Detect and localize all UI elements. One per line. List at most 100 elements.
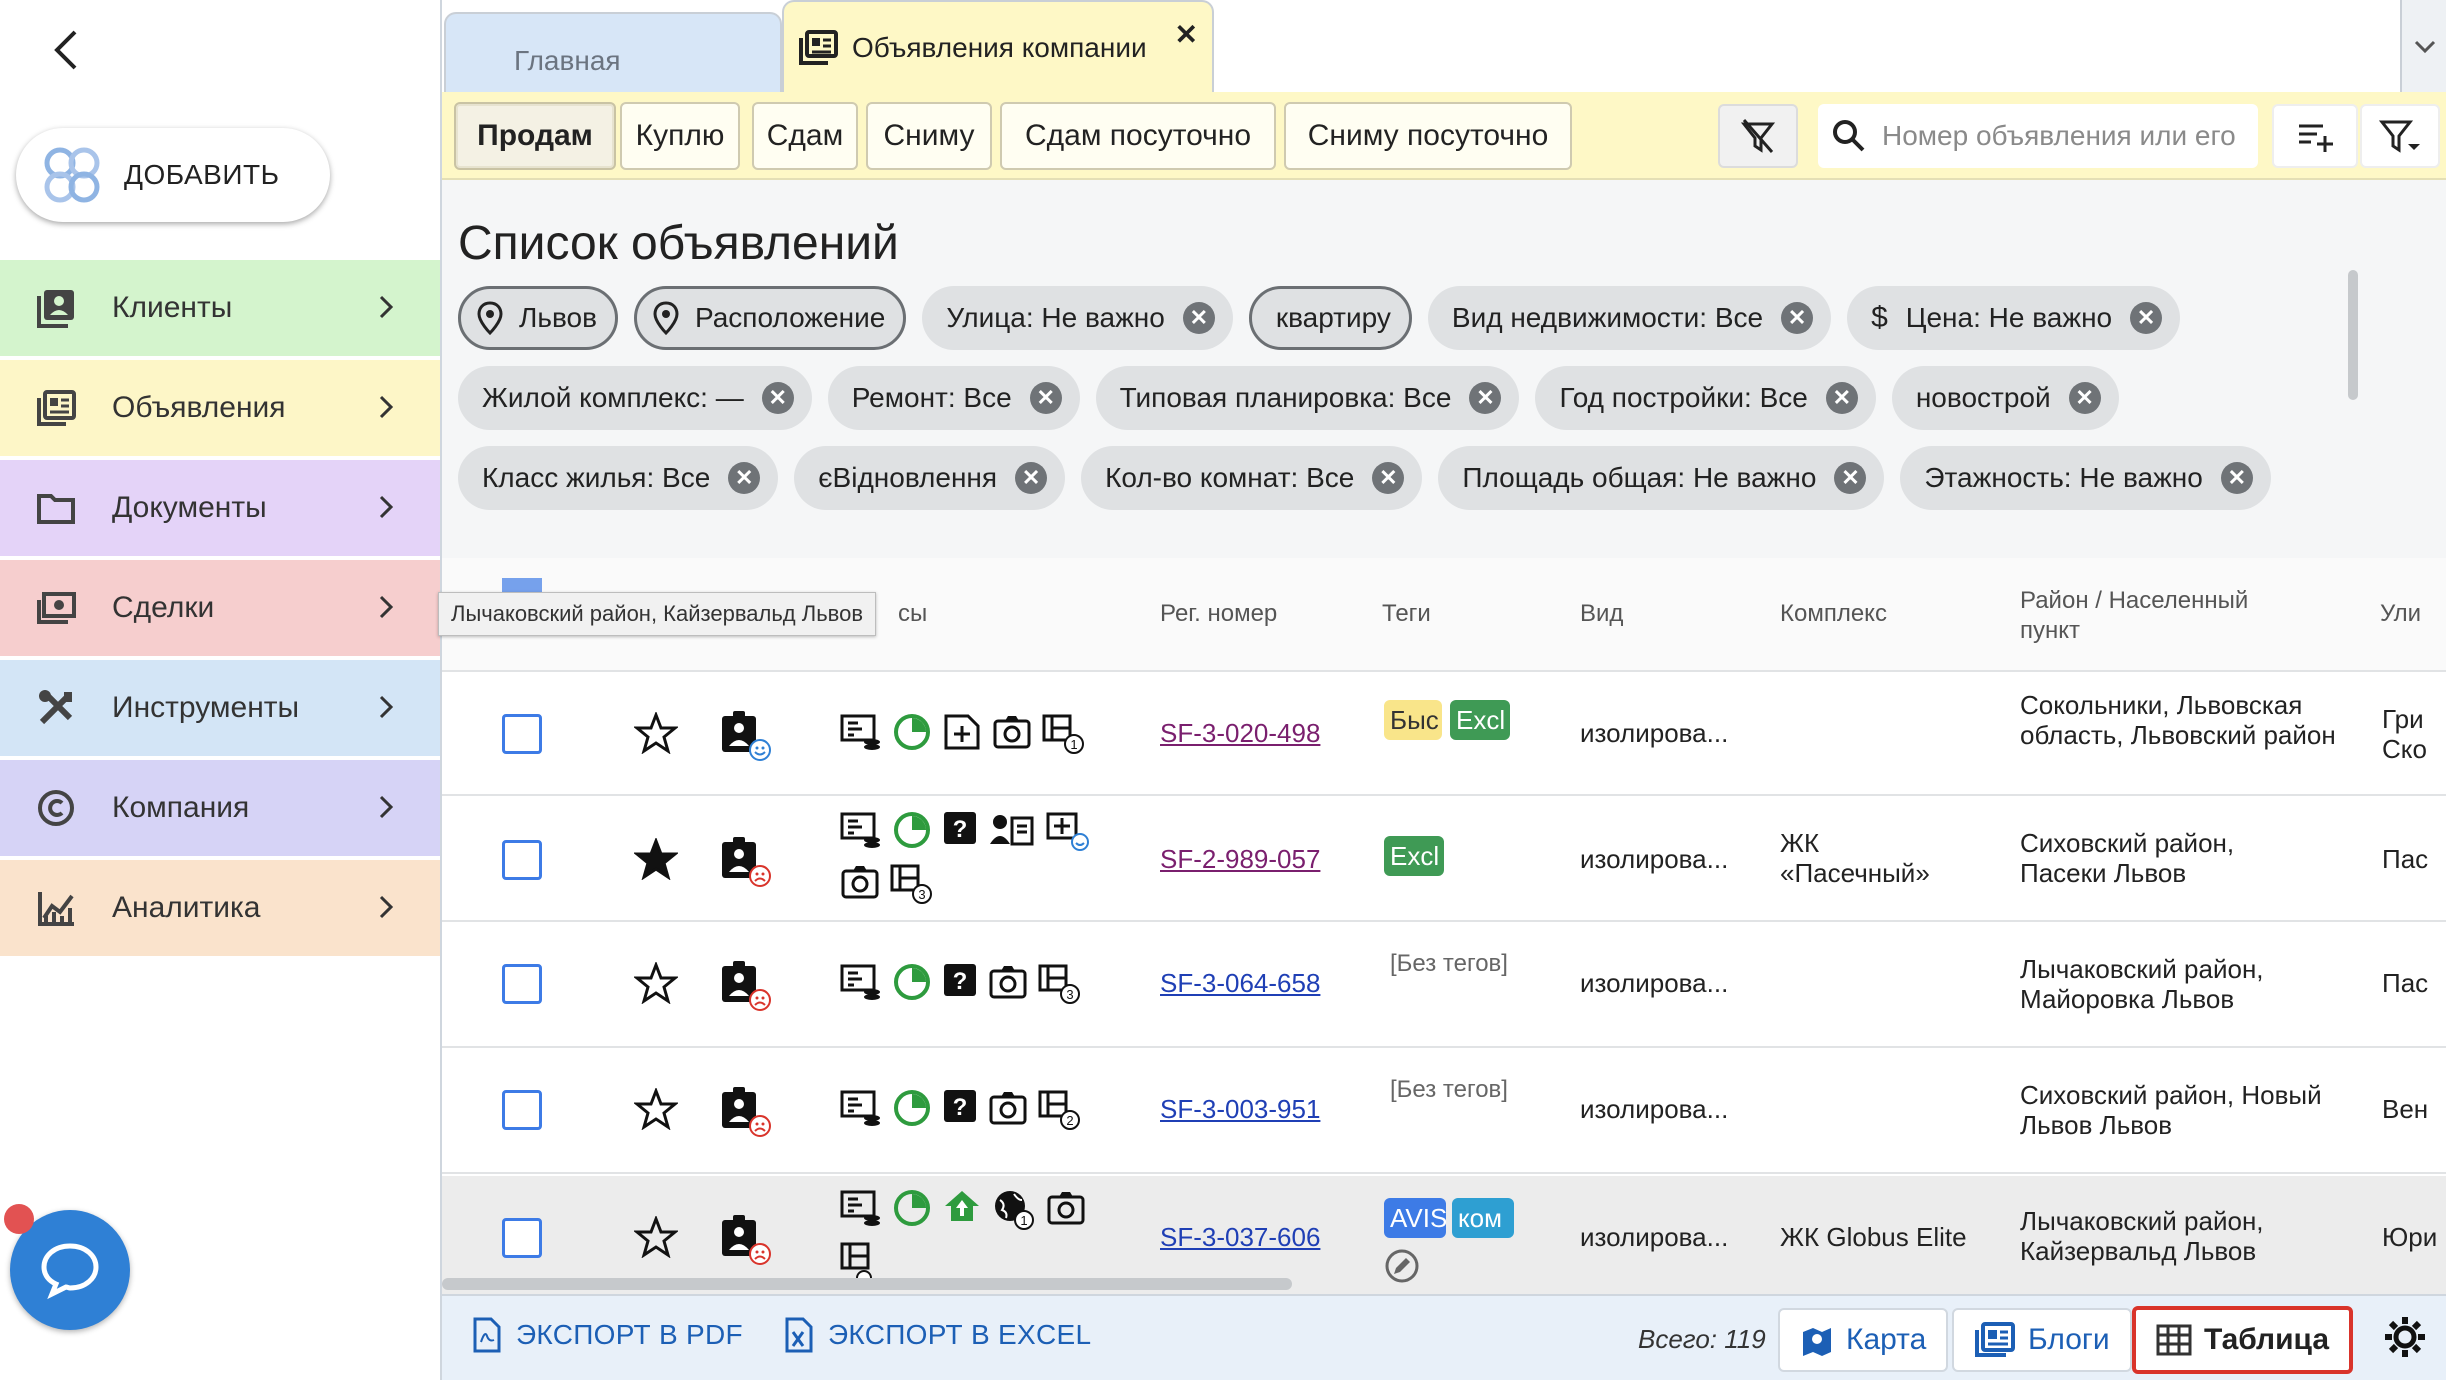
star-outline-icon[interactable]: [634, 712, 678, 754]
tag-badge[interactable]: ком: [1452, 1198, 1514, 1238]
star-outline-icon[interactable]: [634, 1216, 678, 1258]
remove-filter-icon[interactable]: ✕: [761, 382, 794, 414]
filter-chip-complex[interactable]: Жилой комплекс: — ✕: [458, 366, 812, 430]
tag-badge[interactable]: Excl: [1450, 700, 1510, 740]
reg-number-link[interactable]: SF-3-037-606: [1160, 1222, 1320, 1253]
export-excel-button[interactable]: ЭКСПОРТ В EXCEL: [784, 1316, 1091, 1354]
column-header-district[interactable]: Район / Населенный пункт: [2020, 586, 2270, 646]
tabs-overflow-button[interactable]: [2400, 0, 2446, 94]
plans-count-icon[interactable]: 1: [1042, 712, 1086, 756]
column-header-tags[interactable]: Теги: [1382, 600, 1431, 628]
remove-filter-icon[interactable]: ✕: [1834, 462, 1867, 494]
tab-home[interactable]: Главная: [444, 12, 782, 94]
sidebar-item-documents[interactable]: Документы: [0, 460, 440, 556]
sidebar-item-clients[interactable]: Клиенты: [0, 260, 440, 356]
filter-chip-apartment[interactable]: квартиру: [1248, 286, 1412, 350]
chip-sell[interactable]: Продам: [454, 102, 616, 170]
row-checkbox[interactable]: [502, 1090, 542, 1130]
map-view-button[interactable]: Карта: [1778, 1308, 1949, 1372]
remove-filter-icon[interactable]: ✕: [728, 462, 761, 494]
info-card-coins-icon[interactable]: [840, 810, 882, 854]
owner-sad-icon[interactable]: [718, 834, 774, 888]
filters-scrollbar[interactable]: [2348, 270, 2358, 400]
row-checkbox[interactable]: [502, 714, 542, 754]
row-checkbox[interactable]: [502, 1218, 542, 1258]
star-outline-icon[interactable]: [634, 1088, 678, 1130]
tag-badge[interactable]: Excl: [1384, 836, 1444, 876]
tag-badge[interactable]: AVIS: [1384, 1198, 1446, 1238]
camera-icon[interactable]: [840, 862, 880, 906]
question-icon[interactable]: ?: [942, 810, 978, 854]
add-card-happy-icon[interactable]: [1046, 810, 1090, 854]
info-card-coins-icon[interactable]: [840, 1088, 882, 1132]
star-outline-icon[interactable]: [634, 962, 678, 1004]
star-filled-icon[interactable]: [634, 838, 678, 880]
camera-icon[interactable]: [988, 962, 1028, 1006]
table-horizontal-scrollbar[interactable]: [442, 1278, 1292, 1290]
chip-buy[interactable]: Куплю: [620, 102, 740, 170]
remove-filter-icon[interactable]: ✕: [1372, 462, 1405, 494]
reg-number-link[interactable]: SF-3-064-658: [1160, 968, 1320, 999]
add-filter-button[interactable]: [2272, 104, 2358, 168]
search-input[interactable]: [1882, 120, 2242, 152]
table-row[interactable]: ? 3 SF-2-989-057 Excl изолирова... ЖК «П…: [442, 798, 2446, 922]
column-header-type[interactable]: Вид: [1580, 600, 1623, 628]
remove-filter-icon[interactable]: ✕: [1029, 382, 1062, 414]
remove-filter-icon[interactable]: ✕: [1781, 302, 1814, 334]
tab-close-button[interactable]: ✕: [1175, 18, 1198, 51]
progress-pie-icon[interactable]: [892, 962, 932, 1006]
plans-count-icon[interactable]: 3: [890, 862, 934, 906]
remove-filter-icon[interactable]: ✕: [1015, 462, 1048, 494]
filter-chip-location[interactable]: Расположение: [633, 286, 907, 350]
remove-filter-icon[interactable]: ✕: [1825, 382, 1858, 414]
sidebar-item-deals[interactable]: Сделки: [0, 560, 440, 656]
filter-chip-layout[interactable]: Типовая планировка: Все ✕: [1095, 366, 1520, 430]
export-pdf-button[interactable]: ЭКСПОРТ В PDF: [472, 1316, 743, 1354]
blogs-view-button[interactable]: Блоги: [1952, 1308, 2132, 1372]
chip-rent-daily[interactable]: Сниму посуточно: [1284, 102, 1572, 170]
home-upload-icon[interactable]: [942, 1188, 982, 1232]
add-button[interactable]: ДОБАВИТЬ: [16, 128, 330, 222]
filter-menu-button[interactable]: [2360, 104, 2440, 168]
owner-sad-icon[interactable]: [718, 958, 774, 1012]
plans-count-icon[interactable]: 3: [1038, 962, 1082, 1006]
tag-badge[interactable]: Быс: [1384, 700, 1442, 740]
add-document-icon[interactable]: [942, 712, 982, 756]
filter-chip-new-building[interactable]: новострой ✕: [1891, 366, 2119, 430]
remove-filter-icon[interactable]: ✕: [1182, 302, 1215, 334]
reg-number-link[interactable]: SF-3-020-498: [1160, 718, 1320, 749]
table-row[interactable]: ? 2 SF-3-003-951 [Без тегов] изолирова..…: [442, 1050, 2446, 1174]
camera-icon[interactable]: [1046, 1188, 1086, 1232]
filter-chip-price[interactable]: $ Цена: Не важно ✕: [1847, 286, 2181, 350]
column-header-status[interactable]: сы: [898, 600, 927, 628]
column-header-street[interactable]: Ули: [2380, 600, 2421, 628]
sidebar-item-listings[interactable]: Объявления: [0, 360, 440, 456]
sidebar-item-tools[interactable]: Инструменты: [0, 660, 440, 756]
question-icon[interactable]: ?: [942, 1088, 978, 1132]
filter-chip-street[interactable]: Улица: Не важно ✕: [922, 286, 1233, 350]
remove-filter-icon[interactable]: ✕: [2220, 462, 2253, 494]
table-row[interactable]: 1 SF-3-037-606 AVIS ком изолирова... ЖК …: [442, 1176, 2446, 1294]
progress-pie-icon[interactable]: [892, 810, 932, 854]
globe-count-icon[interactable]: 1: [992, 1188, 1036, 1232]
progress-pie-icon[interactable]: [892, 712, 932, 756]
filter-chip-housing-class[interactable]: Класс жилья: Все ✕: [458, 446, 779, 510]
info-card-coins-icon[interactable]: [840, 1188, 882, 1232]
filter-chip-city[interactable]: Львов: [458, 286, 618, 350]
chip-rent[interactable]: Сниму: [866, 102, 992, 170]
column-header-regno[interactable]: Рег. номер: [1160, 600, 1277, 628]
tab-company-listings[interactable]: Объявления компании ✕: [782, 0, 1214, 94]
filter-chip-area[interactable]: Площадь общая: Не важно ✕: [1438, 446, 1885, 510]
owner-happy-icon[interactable]: [718, 708, 774, 762]
clear-filter-button[interactable]: [1718, 104, 1798, 168]
chip-rent-out-daily[interactable]: Сдам посуточно: [1000, 102, 1276, 170]
table-view-button[interactable]: Таблица: [2132, 1306, 2354, 1374]
question-icon[interactable]: ?: [942, 962, 978, 1006]
info-card-coins-icon[interactable]: [840, 962, 882, 1006]
sidebar-item-analytics[interactable]: Аналитика: [0, 860, 440, 956]
table-row[interactable]: ? 3 SF-3-064-658 [Без тегов] изолирова..…: [442, 924, 2446, 1048]
remove-filter-icon[interactable]: ✕: [1469, 382, 1502, 414]
progress-pie-icon[interactable]: [892, 1188, 932, 1232]
settings-gear-icon[interactable]: [2382, 1314, 2428, 1360]
filter-chip-evidnovlennya[interactable]: єВідновлення ✕: [794, 446, 1066, 510]
